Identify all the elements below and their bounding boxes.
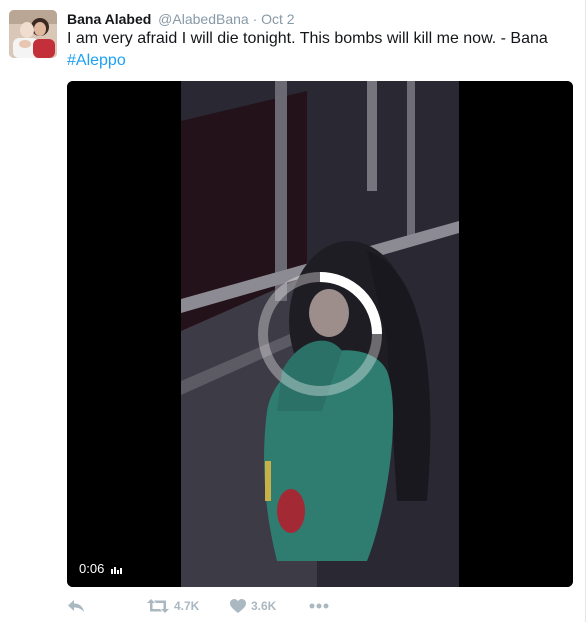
volume-bars-icon — [110, 566, 122, 574]
avatar[interactable] — [9, 10, 57, 58]
reply-button[interactable] — [67, 596, 85, 616]
more-button[interactable] — [309, 596, 329, 616]
tweet-actions: 4.7K 3.6K — [67, 596, 397, 616]
like-button[interactable]: 3.6K — [230, 596, 276, 616]
more-icon — [309, 603, 329, 609]
tweet-body: I am very afraid I will die tonight. Thi… — [67, 30, 548, 47]
video-player[interactable]: 0:06 — [67, 81, 573, 587]
hashtag-link[interactable]: #Aleppo — [67, 50, 567, 72]
author-handle[interactable]: @AlabedBana — [158, 11, 249, 27]
retweet-count: 4.7K — [174, 599, 200, 613]
video-frame — [67, 81, 573, 587]
retweet-icon — [147, 599, 169, 613]
reply-icon — [68, 600, 84, 612]
timestamp[interactable]: Oct 2 — [261, 11, 294, 27]
tweet[interactable]: Bana Alabed @AlabedBana · Oct 2 I am ver… — [0, 0, 586, 622]
retweet-button[interactable]: 4.7K — [147, 596, 199, 616]
like-count: 3.6K — [251, 599, 277, 613]
video-duration: 0:06 — [79, 561, 122, 577]
separator: · — [252, 11, 258, 27]
tweet-text: I am very afraid I will die tonight. Thi… — [67, 28, 567, 72]
avatar-image — [9, 10, 57, 58]
heart-icon — [230, 599, 246, 613]
author-name[interactable]: Bana Alabed — [67, 11, 151, 27]
duration-label: 0:06 — [79, 561, 105, 576]
tweet-header: Bana Alabed @AlabedBana · Oct 2 — [67, 10, 295, 28]
